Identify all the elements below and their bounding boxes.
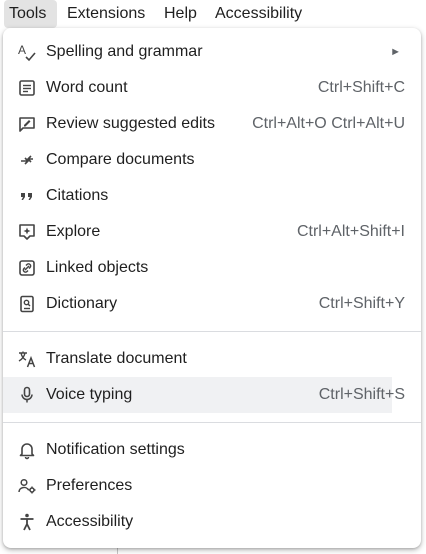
svg-text:A: A bbox=[18, 43, 26, 57]
dictionary-icon bbox=[17, 294, 37, 314]
bell-icon bbox=[17, 440, 37, 460]
menu-item-label: Preferences bbox=[46, 477, 133, 494]
menu-item-word-count[interactable]: Word count Ctrl+Shift+C bbox=[3, 70, 405, 106]
review-edits-icon bbox=[17, 114, 37, 134]
menu-item-shortcut: Ctrl+Shift+Y bbox=[318, 295, 405, 312]
menu-item-review-suggested-edits[interactable]: Review suggested edits Ctrl+Alt+O Ctrl+A… bbox=[3, 106, 405, 142]
tools-dropdown-menu: A Spelling and grammar ► Word count Ctrl… bbox=[3, 28, 421, 548]
menu-item-shortcut: Ctrl+Alt+O Ctrl+Alt+U bbox=[252, 115, 405, 132]
submenu-arrow-icon: ► bbox=[390, 46, 401, 58]
menu-item-preferences[interactable]: Preferences bbox=[3, 468, 392, 504]
menu-separator bbox=[3, 331, 421, 332]
menu-item-label: Notification settings bbox=[46, 441, 185, 458]
menu-item-compare-documents[interactable]: Compare documents bbox=[3, 142, 392, 178]
explore-icon bbox=[17, 222, 37, 242]
menu-item-label: Dictionary bbox=[46, 295, 118, 312]
menu-item-label: Citations bbox=[46, 187, 109, 204]
menu-item-translate-document[interactable]: Translate document bbox=[3, 341, 392, 377]
menu-item-notification-settings[interactable]: Notification settings bbox=[3, 432, 392, 468]
link-icon bbox=[17, 258, 37, 278]
menu-help[interactable]: Help bbox=[159, 0, 202, 28]
word-count-icon bbox=[17, 78, 37, 98]
menu-item-label: Explore bbox=[46, 223, 101, 240]
menu-tools[interactable]: Tools bbox=[4, 0, 57, 28]
menu-item-linked-objects[interactable]: Linked objects bbox=[3, 250, 392, 286]
menu-item-label: Review suggested edits bbox=[46, 115, 215, 132]
menu-item-shortcut: Ctrl+Shift+C bbox=[317, 79, 405, 96]
menu-separator bbox=[3, 422, 421, 423]
menu-item-explore[interactable]: Explore Ctrl+Alt+Shift+I bbox=[3, 214, 405, 250]
menu-item-label: Translate document bbox=[46, 350, 187, 367]
quote-icon bbox=[17, 186, 37, 206]
menu-item-label: Word count bbox=[46, 79, 128, 96]
spellcheck-icon: A bbox=[17, 42, 37, 62]
menu-item-label: Voice typing bbox=[46, 386, 133, 403]
menu-item-citations[interactable]: Citations bbox=[3, 178, 392, 214]
translate-icon bbox=[17, 349, 37, 369]
menu-item-label: Linked objects bbox=[46, 259, 149, 276]
menu-item-voice-typing[interactable]: Voice typing Ctrl+Shift+S bbox=[3, 377, 405, 413]
menu-item-accessibility[interactable]: Accessibility bbox=[3, 504, 392, 540]
menu-bar: Tools Extensions Help Accessibility bbox=[0, 0, 426, 28]
accessibility-icon bbox=[17, 512, 37, 532]
menu-item-label: Accessibility bbox=[46, 513, 134, 530]
menu-extensions[interactable]: Extensions bbox=[62, 0, 150, 28]
menu-item-shortcut: Ctrl+Shift+S bbox=[318, 386, 405, 403]
menu-item-shortcut: Ctrl+Alt+Shift+I bbox=[296, 223, 405, 240]
compare-icon bbox=[17, 150, 37, 170]
menu-item-label: Compare documents bbox=[46, 151, 195, 168]
preferences-icon bbox=[17, 476, 37, 496]
microphone-icon bbox=[17, 385, 37, 405]
menu-item-label: Spelling and grammar bbox=[46, 43, 203, 60]
menu-item-dictionary[interactable]: Dictionary Ctrl+Shift+Y bbox=[3, 286, 405, 322]
menu-accessibility[interactable]: Accessibility bbox=[210, 0, 307, 28]
menu-item-spelling-grammar[interactable]: A Spelling and grammar ► bbox=[3, 34, 401, 70]
